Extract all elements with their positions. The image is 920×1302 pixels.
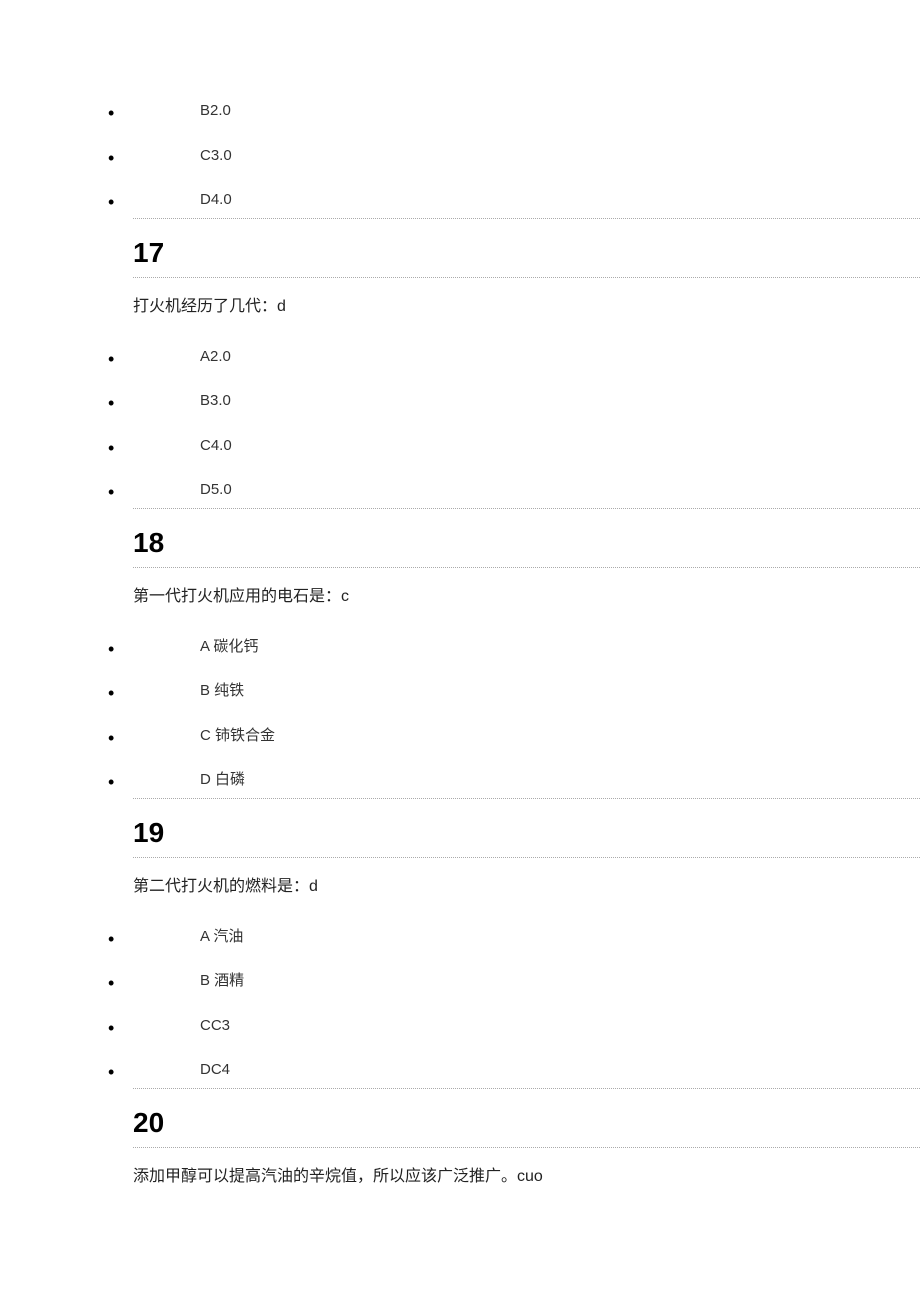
question-block: 20 添加甲醇可以提高汽油的辛烷值，所以应该广泛推广。cuo (133, 1107, 920, 1186)
option-text: B 纯铁 (200, 682, 244, 699)
option-item: A 碳化钙 (0, 636, 920, 659)
question-number: 18 (133, 527, 920, 568)
question-block: 17 打火机经历了几代：d (133, 237, 920, 316)
option-item: CC3 (0, 1015, 920, 1038)
question-block: 18 第一代打火机应用的电石是：c (133, 527, 920, 606)
option-item: B3.0 (0, 390, 920, 413)
option-item: B 纯铁 (0, 680, 920, 703)
option-text: DC4 (200, 1061, 230, 1078)
document-content: B2.0 C3.0 D4.0 17 打火机经历了几代：d A2.0 B3.0 C… (0, 100, 920, 1186)
option-text: C 铈铁合金 (200, 727, 275, 744)
options-list: A 碳化钙 B 纯铁 C 铈铁合金 D 白磷 (0, 636, 920, 799)
option-item: A 汽油 (0, 926, 920, 949)
question-text: 第一代打火机应用的电石是：c (133, 582, 920, 606)
option-item: D5.0 (133, 479, 920, 509)
option-text: C4.0 (200, 437, 232, 454)
option-text: B 酒精 (200, 972, 244, 989)
option-text: D4.0 (200, 191, 232, 208)
option-text: B3.0 (200, 392, 231, 409)
option-text: C3.0 (200, 147, 232, 164)
option-text: A 碳化钙 (200, 638, 258, 655)
question-number: 20 (133, 1107, 920, 1148)
question-block: 19 第二代打火机的燃料是：d (133, 817, 920, 896)
option-text: A2.0 (200, 348, 231, 365)
options-list: A2.0 B3.0 C4.0 D5.0 (0, 346, 920, 509)
option-item: C 铈铁合金 (0, 725, 920, 748)
option-text: B2.0 (200, 102, 231, 119)
options-list: A 汽油 B 酒精 CC3 DC4 (0, 926, 920, 1089)
option-text: CC3 (200, 1017, 230, 1034)
option-text: D 白磷 (200, 771, 245, 788)
option-text: D5.0 (200, 481, 232, 498)
pre-options-list: B2.0 C3.0 D4.0 (0, 100, 920, 219)
option-item: A2.0 (0, 346, 920, 369)
option-item: C3.0 (0, 145, 920, 168)
question-number: 17 (133, 237, 920, 278)
option-item: D4.0 (133, 189, 920, 219)
option-item: DC4 (133, 1059, 920, 1089)
option-item: C4.0 (0, 435, 920, 458)
option-item: D 白磷 (133, 769, 920, 799)
question-text: 打火机经历了几代：d (133, 292, 920, 316)
option-item: B 酒精 (0, 970, 920, 993)
question-text: 第二代打火机的燃料是：d (133, 872, 920, 896)
question-text: 添加甲醇可以提高汽油的辛烷值，所以应该广泛推广。cuo (133, 1162, 920, 1186)
question-number: 19 (133, 817, 920, 858)
option-item: B2.0 (0, 100, 920, 123)
option-text: A 汽油 (200, 928, 243, 945)
